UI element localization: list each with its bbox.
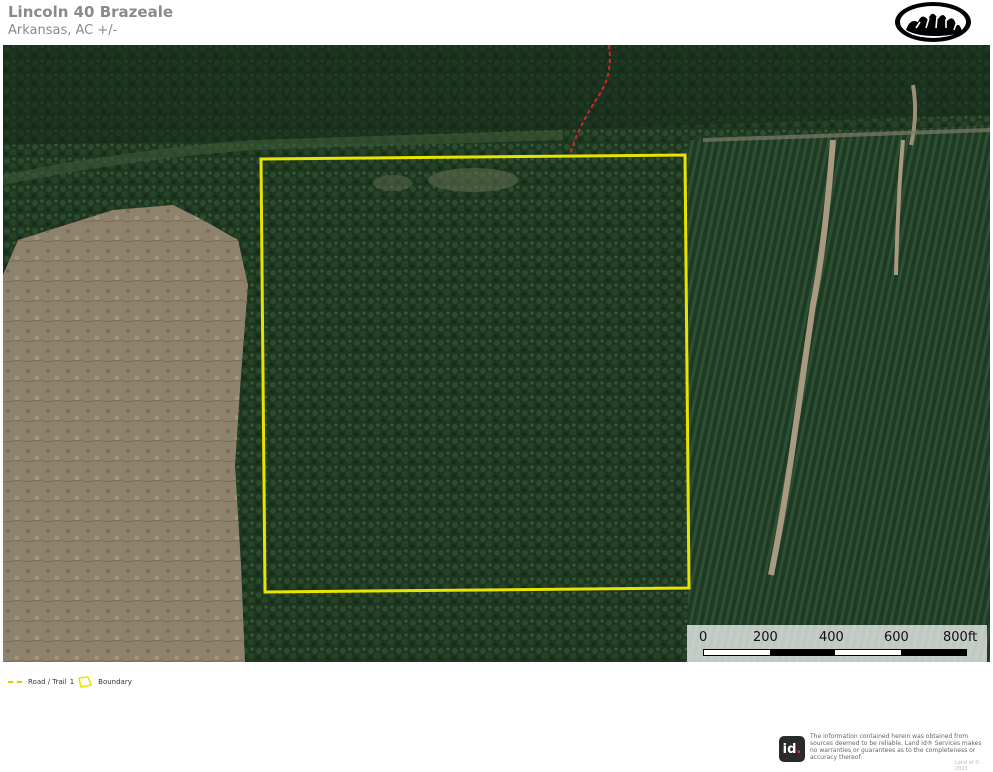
scale-label-800: 800ft bbox=[943, 630, 978, 645]
page-title: Lincoln 40 Brazeale bbox=[8, 3, 174, 21]
legend-road-suffix: 1 bbox=[69, 678, 75, 686]
bear-paw-icon bbox=[895, 2, 971, 42]
clearcut-field bbox=[3, 205, 248, 662]
land-id-badge-text: id bbox=[782, 741, 797, 757]
scale-label-200: 200 bbox=[753, 630, 778, 645]
map-legend: Road / Trail 1 Boundary bbox=[8, 676, 132, 688]
scale-label-600: 600 bbox=[884, 630, 909, 645]
scale-label-0: 0 bbox=[699, 630, 708, 645]
scale-label-400: 400 bbox=[819, 630, 844, 645]
page-subtitle: Arkansas, AC +/- bbox=[8, 23, 118, 38]
scale-bar bbox=[703, 649, 967, 656]
aerial-map[interactable]: 0 200 400 600 800ft bbox=[3, 45, 990, 662]
copyright-text: Land id © 2023 bbox=[955, 760, 980, 772]
aerial-imagery bbox=[3, 45, 990, 662]
boundary-swatch-icon bbox=[78, 676, 93, 688]
legend-boundary-label: Boundary bbox=[98, 678, 132, 686]
pine-plantation bbox=[688, 125, 990, 662]
land-id-logo: id. bbox=[779, 736, 805, 762]
legend-road-label: Road / Trail bbox=[28, 678, 67, 686]
disclaimer-text: The information contained herein was obt… bbox=[810, 733, 982, 761]
scale-bar-panel: 0 200 400 600 800ft bbox=[687, 625, 987, 662]
road-trail-swatch bbox=[8, 681, 22, 683]
